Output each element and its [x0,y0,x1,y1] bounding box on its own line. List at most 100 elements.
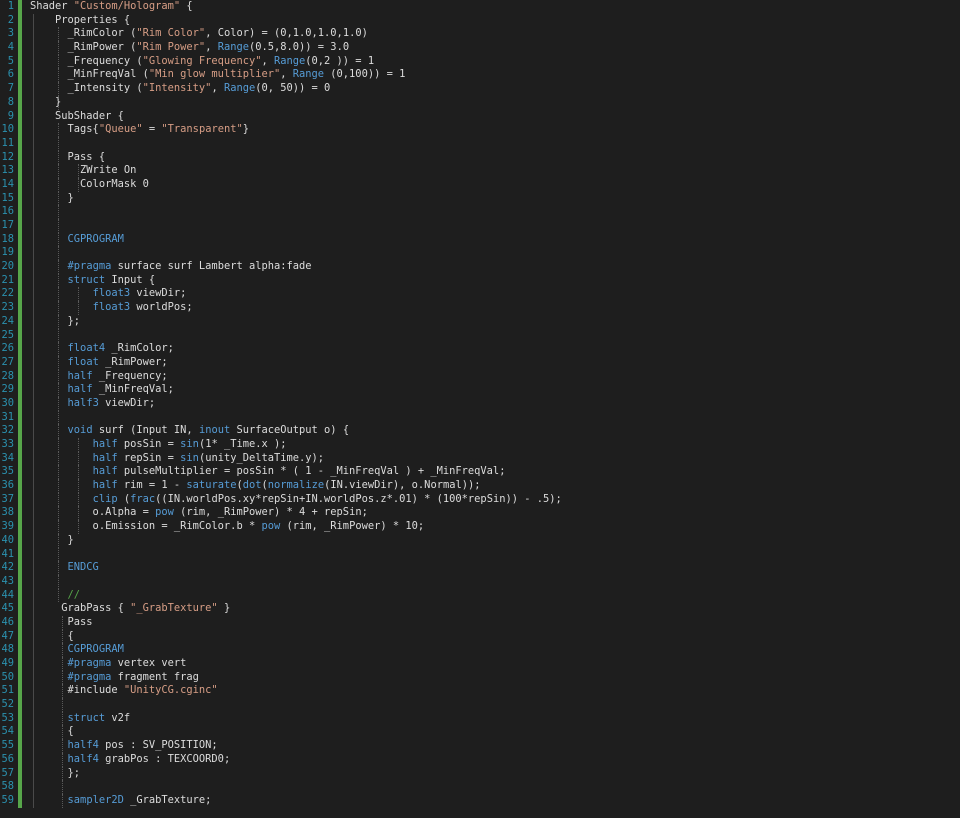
change-indicator [18,766,22,781]
code-line[interactable]: 59 sampler2D _GrabTexture; [0,793,960,808]
code-line[interactable]: 44 // [0,588,960,603]
code-text: Pass { [30,151,106,165]
change-indicator [18,177,22,192]
line-number: 46 [1,615,14,628]
code-text: #pragma vertex vert [30,657,187,671]
code-line[interactable]: 46 Pass [0,615,960,630]
code-line[interactable]: 24 }; [0,314,960,329]
code-line[interactable]: 49 #pragma vertex vert [0,657,960,671]
code-token: inout [198,424,231,437]
code-line[interactable]: 13 ZWrite On [0,164,960,178]
code-token: , [280,68,293,81]
code-line[interactable]: 51 #include "UnityCG.cginc" [0,684,960,699]
code-line[interactable]: 34 half repSin = sin(unity_DeltaTime.y); [0,451,960,466]
code-token: CGPROGRAM [30,232,124,245]
code-token: sampler2D [67,793,124,806]
line-number: 56 [1,752,14,765]
code-line[interactable]: 26 float4 _RimColor; [0,342,960,356]
change-indicator [18,232,22,247]
code-line[interactable]: 19 [0,246,960,261]
code-token: _RimPower; [98,355,168,368]
code-line[interactable]: 11 [0,136,960,151]
code-line[interactable]: 23 float3 worldPos; [0,301,960,315]
code-line[interactable]: 10 Tags{"Queue" = "Transparent"} [0,123,960,137]
line-number: 20 [1,260,14,273]
line-number: 7 [7,82,14,95]
code-line[interactable]: 41 [0,547,960,562]
code-line[interactable]: 25 [0,328,960,343]
code-token: _Frequency; [92,369,168,382]
code-text: half rim = 1 - saturate(dot(normalize(IN… [30,479,481,493]
code-text: #include "UnityCG.cginc" [30,684,218,698]
code-line[interactable]: 5 _Frequency ("Glowing Frequency", Range… [0,54,960,69]
code-token: "Rim Color" [136,27,206,40]
code-line[interactable]: 27 float _RimPower; [0,355,960,370]
code-line[interactable]: 4 _RimPower ("Rim Power", Range(0.5,8.0)… [0,41,960,55]
code-line[interactable]: 2 Properties { [0,13,960,28]
code-line[interactable]: 36 half rim = 1 - saturate(dot(normalize… [0,479,960,493]
code-line[interactable]: 8 } [0,95,960,110]
code-line[interactable]: 56 half4 grabPos : TEXCOORD0; [0,752,960,767]
change-indicator [18,629,22,644]
code-token: Range [292,68,325,81]
code-editor[interactable]: 1 Shader "Custom/Hologram" {2 Properties … [0,0,960,818]
code-line[interactable]: 50 #pragma fragment frag [0,670,960,685]
code-line[interactable]: 52 [0,698,960,712]
code-line[interactable]: 16 [0,205,960,219]
code-text: ENDCG [30,561,99,575]
code-line[interactable]: 28 half _Frequency; [0,369,960,384]
code-line[interactable]: 32 void surf (Input IN, inout SurfaceOut… [0,424,960,438]
code-token: GrabPass { [30,602,131,615]
code-line[interactable]: 30 half3 viewDir; [0,396,960,411]
line-number: 52 [1,698,14,711]
code-line[interactable]: 54 { [0,725,960,740]
code-line[interactable]: 47 { [0,629,960,644]
code-line[interactable]: 38 o.Alpha = pow (rim, _RimPower) * 4 + … [0,506,960,521]
change-indicator [18,670,22,685]
code-text: o.Emission = _RimColor.b * pow (rim, _Ri… [30,520,425,534]
change-indicator [18,780,22,794]
code-line[interactable]: 1 Shader "Custom/Hologram" { [0,0,960,14]
code-line[interactable]: 6 _MinFreqVal ("Min glow multiplier", Ra… [0,68,960,83]
code-line[interactable]: 48 CGPROGRAM [0,643,960,657]
code-line[interactable]: 21 struct Input { [0,273,960,288]
code-line[interactable]: 39 o.Emission = _RimColor.b * pow (rim, … [0,520,960,534]
code-line[interactable]: 45 GrabPass { "_GrabTexture" } [0,602,960,616]
code-line[interactable]: 57 }; [0,766,960,781]
code-line[interactable]: 22 float3 viewDir; [0,287,960,302]
code-line[interactable]: 55 half4 pos : SV_POSITION; [0,739,960,753]
code-text: struct v2f [30,712,131,726]
change-indicator [18,615,22,630]
line-number: 43 [1,574,14,587]
code-line[interactable]: 20 #pragma surface surf Lambert alpha:fa… [0,260,960,274]
code-text: void surf (Input IN, inout SurfaceOutput… [30,424,350,438]
code-line[interactable]: 31 [0,410,960,425]
code-line[interactable]: 18 CGPROGRAM [0,232,960,247]
code-line[interactable]: 37 clip (frac((IN.worldPos.xy*repSin+IN.… [0,492,960,507]
code-token: (IN.viewDir), o.Normal)); [324,479,481,492]
code-line[interactable]: 33 half posSin = sin(1* _Time.x ); [0,438,960,452]
code-line[interactable]: 9 SubShader { [0,109,960,124]
line-number: 1 [7,0,14,12]
code-lines[interactable]: 1 Shader "Custom/Hologram" {2 Properties … [0,0,960,808]
code-line[interactable]: 14 ColorMask 0 [0,177,960,192]
code-line[interactable]: 17 [0,219,960,233]
code-line[interactable]: 29 half _MinFreqVal; [0,383,960,397]
code-line[interactable]: 15 } [0,191,960,206]
code-line[interactable]: 7 _Intensity ("Intensity", Range(0, 50))… [0,82,960,96]
code-line[interactable]: 35 half pulseMultiplier = posSin * ( 1 -… [0,465,960,480]
code-line[interactable]: 40 } [0,533,960,548]
code-line[interactable]: 43 [0,574,960,589]
code-line[interactable]: 58 [0,780,960,794]
code-line[interactable]: 42 ENDCG [0,561,960,575]
change-indicator [18,82,22,96]
code-line[interactable]: 53 struct v2f [0,711,960,726]
code-line[interactable]: 3 _RimColor ("Rim Color", Color) = (0,1.… [0,27,960,42]
code-line[interactable]: 12 Pass { [0,150,960,165]
code-token: CGPROGRAM [30,643,124,656]
code-token: pos : SV_POSITION; [98,739,218,752]
code-token: struct [67,273,106,286]
